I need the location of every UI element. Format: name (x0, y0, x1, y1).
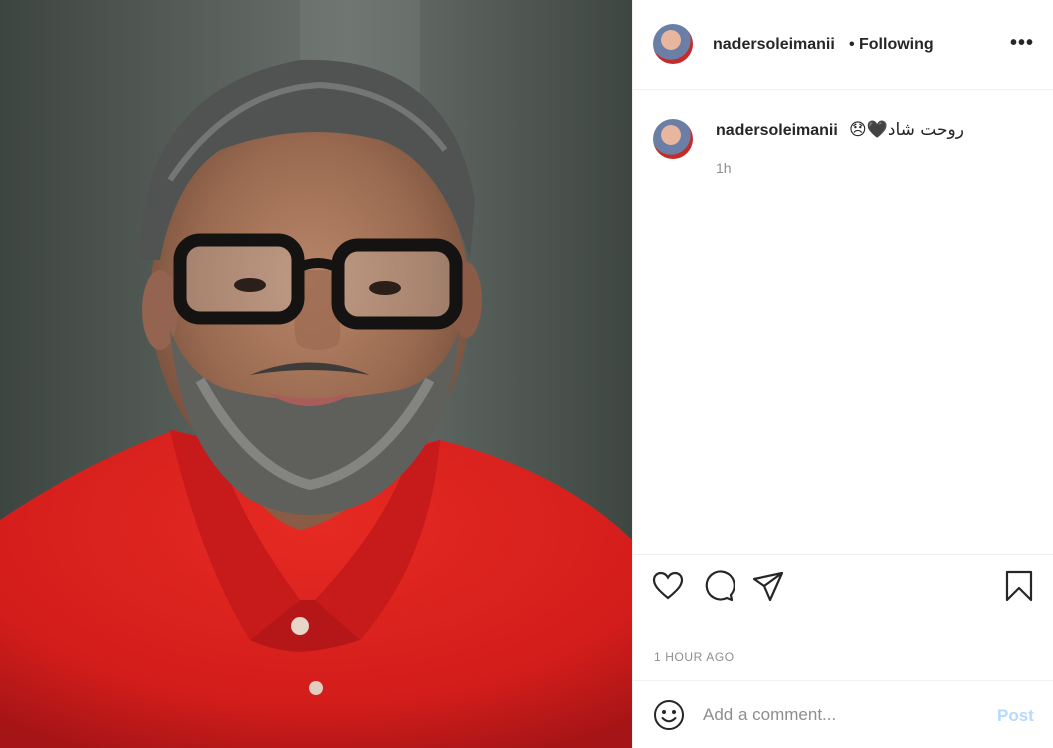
following-button[interactable]: Following (859, 36, 934, 54)
emoji-button[interactable] (653, 699, 685, 731)
ellipsis-icon: ••• (1009, 32, 1034, 54)
header-separator: • (849, 36, 855, 53)
post-photo[interactable] (0, 0, 632, 748)
save-button[interactable] (1002, 569, 1036, 603)
action-bar (633, 554, 1053, 614)
comment-bubble-icon (705, 570, 736, 602)
bookmark-icon (1005, 570, 1033, 602)
post-side-panel: nadersoleimanii • Following ••• nadersol… (632, 0, 1053, 748)
more-options-button[interactable]: ••• (1009, 30, 1035, 56)
comment-button[interactable] (701, 569, 736, 603)
header-username[interactable]: nadersoleimanii (713, 36, 835, 54)
portrait-illustration (0, 0, 632, 748)
caption-text: روحت شاد🖤😞 (849, 120, 964, 140)
like-button[interactable] (651, 569, 685, 603)
post-header: nadersoleimanii • Following ••• (633, 0, 1053, 90)
avatar[interactable] (653, 24, 693, 64)
post-timestamp[interactable]: 1 HOUR AGO (654, 650, 735, 664)
caption-username[interactable]: nadersoleimanii (716, 122, 838, 140)
paper-plane-icon (752, 571, 784, 602)
comment-bar: Post (633, 680, 1053, 748)
comment-input[interactable] (703, 703, 983, 727)
post-viewer: nadersoleimanii • Following ••• nadersol… (0, 0, 1053, 748)
post-comment-button[interactable]: Post (997, 706, 1034, 726)
heart-icon (652, 571, 684, 600)
caption-age[interactable]: 1h (716, 160, 732, 176)
share-button[interactable] (751, 569, 785, 603)
caption-avatar[interactable] (653, 119, 693, 159)
smiley-icon (654, 700, 684, 730)
